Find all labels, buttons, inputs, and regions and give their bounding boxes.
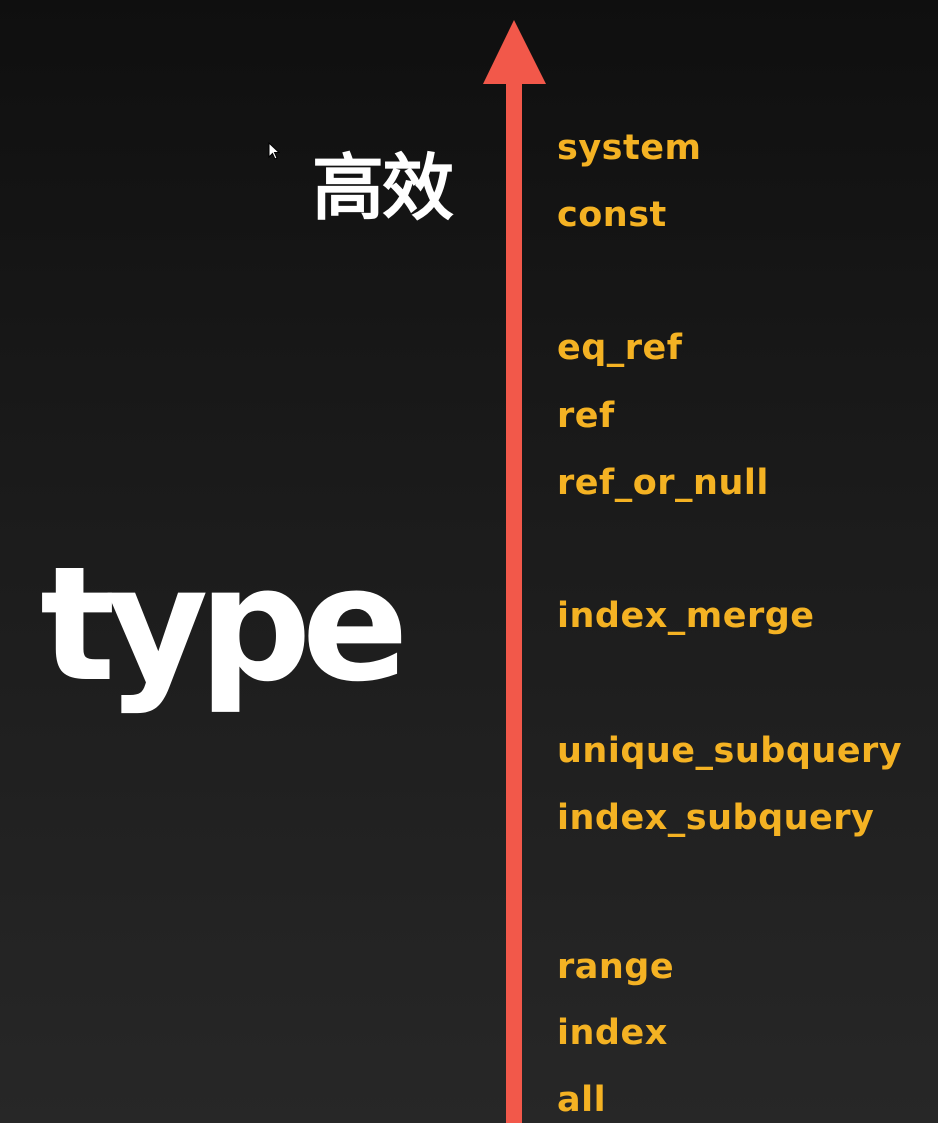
level-all: all <box>557 1080 607 1120</box>
type-heading: type <box>40 533 409 717</box>
level-eq-ref: eq_ref <box>557 328 683 368</box>
up-arrow-icon <box>483 20 546 84</box>
efficient-label: 高效 <box>312 146 454 230</box>
level-index: index <box>557 1013 668 1053</box>
level-system: system <box>557 128 702 168</box>
level-index-merge: index_merge <box>557 596 815 636</box>
level-index-subquery: index_subquery <box>557 798 875 838</box>
level-range: range <box>557 947 675 987</box>
level-unique-subquery: unique_subquery <box>557 731 903 771</box>
level-ref-or-null: ref_or_null <box>557 463 769 503</box>
mouse-cursor-icon <box>268 142 280 160</box>
arrow-shaft <box>506 82 522 1123</box>
level-const: const <box>557 195 667 235</box>
level-ref: ref <box>557 396 615 436</box>
